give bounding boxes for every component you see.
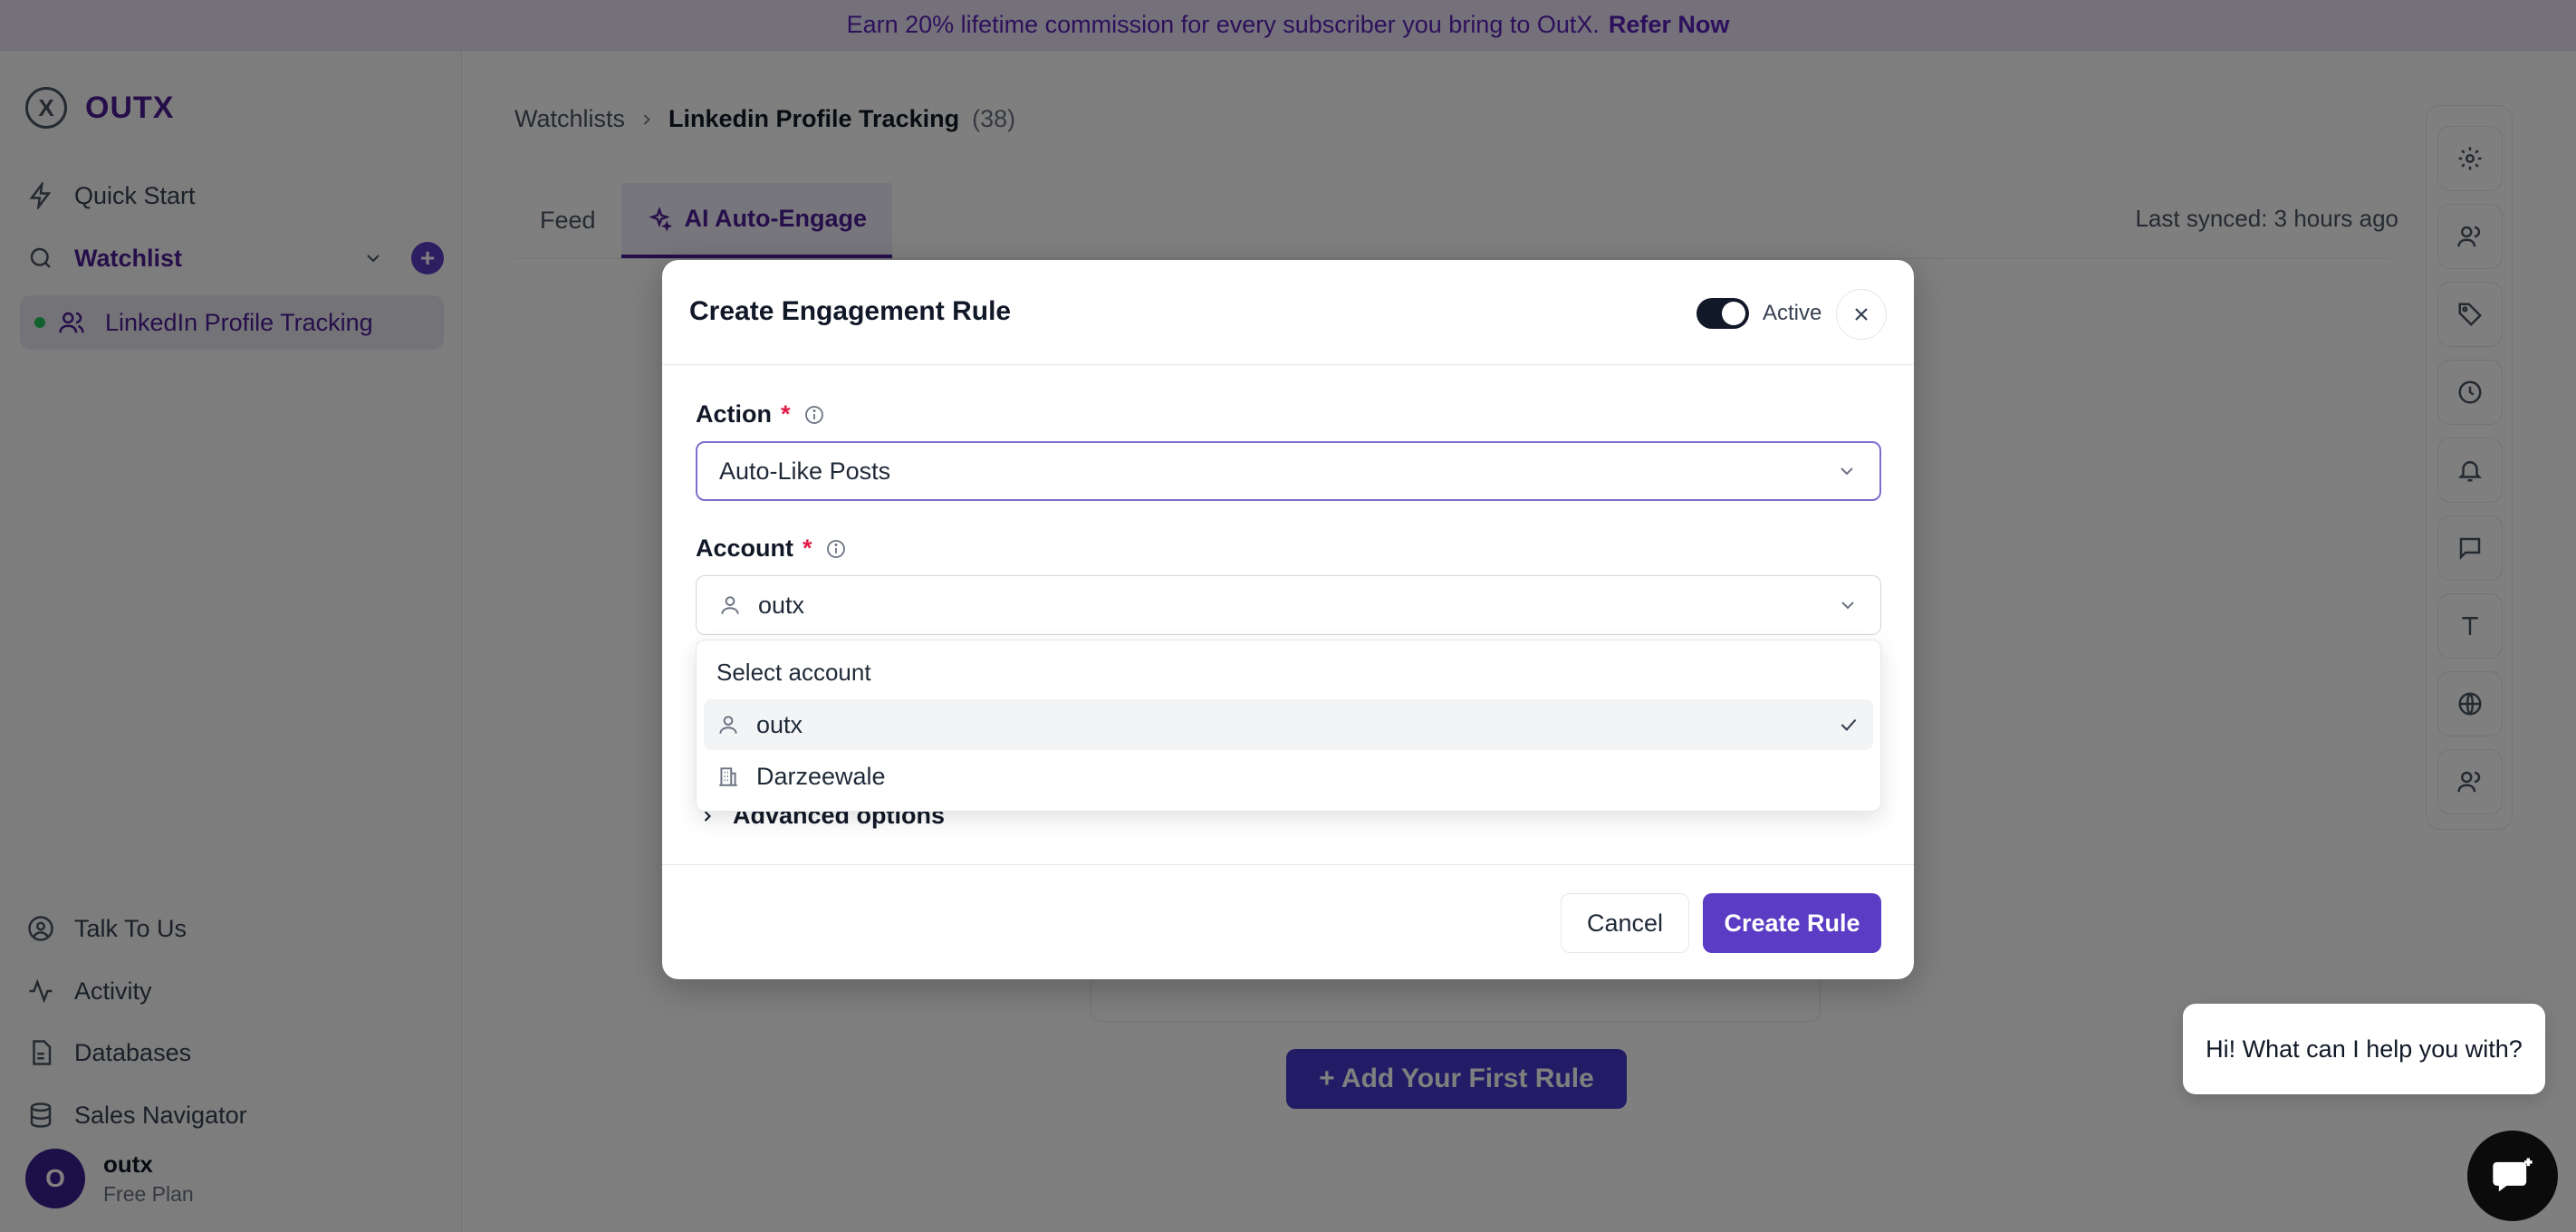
account-dropdown: Select account outx Darzeewale [696,640,1881,812]
action-select[interactable]: Auto-Like Posts [696,441,1881,501]
user-icon [721,596,739,614]
user-icon [719,716,737,734]
active-label: Active [1763,301,1822,325]
required-mark: * [781,400,791,428]
account-label: Account * [696,534,847,563]
dialog-title: Create Engagement Rule [689,296,1012,326]
close-icon [1855,308,1868,321]
chevron-down-icon [1841,467,1853,476]
close-button[interactable] [1836,289,1887,340]
action-label: Action * [696,400,825,428]
building-icon [719,767,737,786]
option-label: outx [756,710,803,738]
dialog-footer: Cancel Create Rule [662,864,1914,979]
create-engagement-rule-dialog: Create Engagement Rule Active Action * A… [662,260,1914,979]
create-rule-button[interactable]: Create Rule [1703,893,1881,953]
action-select-value: Auto-Like Posts [719,457,891,485]
account-label-text: Account [696,534,793,562]
chat-greeting-bubble[interactable]: Hi! What can I help you with? [2183,1004,2545,1094]
chat-icon [2493,1158,2533,1192]
account-option-outx[interactable]: outx [704,699,1873,750]
info-icon [826,539,845,558]
account-select-value: outx [758,591,805,619]
info-icon [804,405,823,424]
chat-launcher-button[interactable] [2467,1131,2558,1221]
dialog-header: Create Engagement Rule Active [662,260,1914,365]
chevron-down-icon [1841,602,1854,610]
account-option-darzeewale[interactable]: Darzeewale [704,751,1873,802]
option-label: Darzeewale [756,762,886,790]
dropdown-header: Select account [716,659,871,686]
required-mark: * [803,534,812,562]
check-icon [1841,718,1857,731]
toggle-knob [1722,302,1745,325]
active-toggle[interactable] [1697,298,1749,329]
account-select[interactable]: outx [696,575,1881,635]
action-label-text: Action [696,400,772,428]
cancel-button[interactable]: Cancel [1561,893,1689,953]
